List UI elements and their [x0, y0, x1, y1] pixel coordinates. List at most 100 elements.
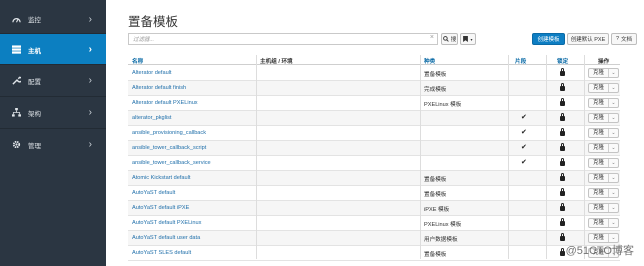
chevron-down-icon[interactable]: ⌄: [609, 220, 618, 226]
chevron-right-icon: ›: [88, 13, 92, 25]
sidebar-item-label: 配置: [28, 78, 41, 86]
chevron-down-icon[interactable]: ⌄: [609, 85, 618, 91]
template-kind: 置备模板: [424, 177, 447, 183]
sidebar: 监控 › 主机 › 配置 › 架构 › 管理 ›: [0, 0, 106, 266]
sidebar-item[interactable]: 主机 ›: [0, 33, 106, 65]
template-name-link[interactable]: Atomic Kickstart default: [132, 175, 190, 181]
column-divider: [256, 55, 257, 259]
clone-button[interactable]: 克隆 ⌄: [588, 68, 619, 78]
app: 监控 › 主机 › 配置 › 架构 › 管理 › 置备模板 过滤器... × 搜 ▾ 创建模板 创…: [0, 0, 644, 266]
search-button[interactable]: 搜: [441, 33, 458, 45]
template-kind: iPXE 模板: [424, 207, 450, 213]
lock-icon: [560, 233, 565, 241]
template-name-link[interactable]: Alterator default PXELinux: [132, 100, 198, 106]
template-name-link[interactable]: ansible_tower_callback_service: [132, 160, 211, 166]
column-header-snippet[interactable]: 片段: [515, 57, 526, 65]
sidebar-item[interactable]: 架构 ›: [0, 96, 106, 128]
clone-button[interactable]: 克隆 ⌄: [588, 158, 619, 168]
chevron-down-icon[interactable]: ⌄: [609, 130, 618, 136]
page-title: 置备模板: [128, 15, 179, 29]
sidebar-item-label: 监控: [28, 17, 41, 24]
clone-button[interactable]: 克隆 ⌄: [588, 173, 619, 183]
clone-label: 克隆: [589, 189, 609, 197]
template-name-link[interactable]: AutoYaST default user data: [132, 235, 200, 241]
create-default-pxe-button[interactable]: 创建默认 PXE: [567, 33, 609, 45]
clone-button[interactable]: 克隆 ⌄: [588, 143, 619, 153]
template-kind: PXELinux 模板: [424, 102, 462, 108]
template-kind: 完成模板: [424, 87, 447, 93]
template-kind: 置备模板: [424, 252, 447, 258]
check-icon: ✔: [521, 129, 527, 136]
lock-icon: [560, 203, 565, 211]
lock-icon: [560, 173, 565, 181]
clone-button[interactable]: 克隆 ⌄: [588, 128, 619, 138]
column-divider: [420, 55, 421, 259]
clone-button[interactable]: 克隆 ⌄: [588, 83, 619, 93]
docs-label: 文档: [621, 37, 633, 43]
help-icon: ?: [615, 36, 620, 42]
sidebar-item-label: 管理: [28, 142, 41, 150]
sidebar-item[interactable]: 监控 ›: [0, 3, 106, 35]
column-divider: [546, 55, 547, 259]
check-icon: ✔: [521, 114, 527, 121]
clear-icon[interactable]: ×: [430, 34, 434, 41]
clone-button[interactable]: 克隆 ⌄: [588, 203, 619, 213]
clone-label: 克隆: [589, 69, 609, 77]
gear-icon: [10, 140, 22, 149]
lock-icon: [560, 68, 565, 76]
lock-icon: [560, 98, 565, 106]
clone-button[interactable]: 克隆 ⌄: [588, 218, 619, 228]
clone-label: 克隆: [589, 129, 609, 137]
chevron-right-icon: ›: [88, 44, 92, 55]
lock-icon: [560, 158, 565, 166]
template-kind: 用户数据模板: [424, 237, 458, 243]
chevron-down-icon[interactable]: ⌄: [609, 100, 618, 106]
search-icon: [442, 36, 449, 42]
create-template-button[interactable]: 创建模板: [532, 33, 565, 45]
chevron-right-icon: ›: [88, 107, 92, 118]
clone-button[interactable]: 克隆 ⌄: [588, 188, 619, 198]
chevron-down-icon[interactable]: ⌄: [609, 190, 618, 196]
create-default-pxe-label: 创建默认 PXE: [570, 37, 606, 43]
clone-label: 克隆: [589, 84, 609, 92]
column-header-kind[interactable]: 种类: [424, 57, 435, 65]
docs-button[interactable]: ? 文档: [611, 33, 637, 45]
wrench-icon: [10, 76, 22, 85]
create-template-label: 创建模板: [537, 37, 560, 43]
column-header-locked[interactable]: 锁定: [557, 57, 568, 65]
clone-button[interactable]: 克隆 ⌄: [588, 113, 619, 123]
lock-icon: [560, 83, 565, 91]
column-header-name[interactable]: 名称: [132, 57, 143, 65]
watermark: @51CTO博客: [565, 245, 634, 257]
sidebar-item[interactable]: 管理 ›: [0, 128, 106, 160]
chevron-down-icon[interactable]: ⌄: [609, 115, 618, 121]
template-name-link[interactable]: ansible_provisioning_callback: [132, 130, 206, 136]
clone-button[interactable]: 克隆 ⌄: [588, 98, 619, 108]
template-name-link[interactable]: AutoYaST default iPXE: [132, 205, 189, 211]
clone-label: 克隆: [589, 219, 609, 227]
chevron-down-icon[interactable]: ⌄: [609, 160, 618, 166]
template-name-link[interactable]: Alterator default finish: [132, 85, 186, 91]
sidebar-item[interactable]: 配置 ›: [0, 64, 106, 96]
template-name-link[interactable]: AutoYaST SLES default: [132, 250, 191, 256]
template-name-link[interactable]: ansible_tower_callback_script: [132, 145, 206, 151]
check-icon: ✔: [521, 159, 527, 166]
lock-icon: [560, 113, 565, 121]
chevron-down-icon[interactable]: ⌄: [609, 145, 618, 151]
template-name-link[interactable]: AutoYaST default PXELinux: [132, 220, 201, 226]
template-name-link[interactable]: AutoYaST default: [132, 190, 175, 196]
chevron-down-icon[interactable]: ⌄: [609, 175, 618, 181]
chevron-down-icon: ▾: [470, 36, 473, 42]
search-input[interactable]: 过滤器... ×: [128, 33, 438, 45]
template-name-link[interactable]: Alterator default: [132, 70, 172, 76]
sitemap-icon: [10, 108, 22, 117]
column-header-host-group: 主机组 / 环境: [260, 59, 293, 65]
check-icon: ✔: [521, 144, 527, 151]
bookmark-icon: [463, 36, 469, 42]
search-button-label: 搜: [450, 37, 457, 43]
chevron-down-icon[interactable]: ⌄: [609, 70, 618, 76]
chevron-down-icon[interactable]: ⌄: [609, 205, 618, 211]
bookmark-button[interactable]: ▾: [460, 33, 476, 45]
template-name-link[interactable]: alterator_pkglist: [132, 115, 172, 121]
chevron-down-icon[interactable]: ⌄: [609, 235, 618, 241]
